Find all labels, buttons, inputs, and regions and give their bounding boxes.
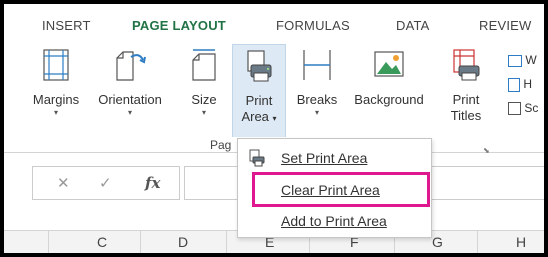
height-icon — [508, 77, 520, 92]
margins-icon — [39, 48, 73, 82]
excel-window: INSERT PAGE LAYOUT FORMULAS DATA REVIEW … — [4, 4, 544, 253]
height-control[interactable]: H — [508, 72, 544, 96]
chevron-down-icon: ▾ — [314, 108, 319, 117]
chevron-down-icon: ▾ — [53, 108, 58, 117]
size-label: Size — [191, 92, 217, 107]
fx-icon[interactable]: fx — [145, 174, 160, 192]
formula-buttons: ✕ ✓ fx — [32, 166, 180, 200]
column-header-g[interactable]: G — [432, 234, 443, 250]
tab-data[interactable]: DATA — [396, 18, 430, 33]
ribbon-page-layout: Margins ▾ Orientation ▾ Size ▾ Print Area… — [4, 42, 544, 155]
print-titles-label: Print Titles — [450, 92, 482, 123]
column-header-d[interactable]: D — [178, 234, 188, 250]
size-icon — [187, 48, 221, 82]
ribbon-tabs: INSERT PAGE LAYOUT FORMULAS DATA REVIEW — [4, 4, 544, 42]
chevron-down-icon: ▾ — [201, 108, 206, 117]
menu-item-add-to-print-area[interactable]: Add to Print Area — [238, 207, 431, 235]
background-label: Background — [354, 92, 424, 107]
breaks-button[interactable]: Breaks ▾ — [292, 44, 342, 136]
scale-control[interactable]: Sc — [508, 96, 544, 120]
enter-icon[interactable]: ✓ — [99, 174, 112, 192]
scale-to-fit-group: W H Sc — [508, 48, 544, 120]
menu-item-set-print-area[interactable]: Set Print Area — [238, 144, 431, 172]
width-icon — [508, 54, 522, 67]
print-titles-button[interactable]: Print Titles — [442, 44, 490, 136]
width-control[interactable]: W — [508, 48, 544, 72]
set-print-area-icon — [248, 149, 266, 167]
print-area-label: Print Area ▾ — [241, 93, 277, 124]
orientation-icon — [113, 48, 147, 82]
breaks-label: Breaks — [296, 92, 338, 107]
background-icon — [372, 48, 406, 82]
orientation-button[interactable]: Orientation ▾ — [86, 44, 174, 136]
tab-insert[interactable]: INSERT — [42, 18, 91, 33]
breaks-icon — [300, 48, 334, 82]
margins-button[interactable]: Margins ▾ — [28, 44, 84, 136]
size-button[interactable]: Size ▾ — [182, 44, 226, 136]
column-header-h[interactable]: H — [516, 234, 526, 250]
column-header-c[interactable]: C — [97, 234, 107, 250]
print-area-button[interactable]: Print Area ▾ — [232, 44, 286, 137]
background-button[interactable]: Background — [344, 44, 434, 136]
print-area-icon — [242, 49, 276, 83]
group-label-page-setup: Pag — [210, 138, 232, 152]
highlight-box — [252, 172, 430, 207]
tab-review[interactable]: REVIEW — [479, 18, 531, 33]
scale-icon — [508, 102, 521, 116]
chevron-down-icon: ▾ — [127, 108, 132, 117]
cancel-icon[interactable]: ✕ — [57, 174, 70, 192]
tab-formulas[interactable]: FORMULAS — [276, 18, 350, 33]
tab-page-layout[interactable]: PAGE LAYOUT — [132, 18, 226, 33]
print-titles-icon — [449, 48, 483, 82]
margins-label: Margins — [32, 92, 80, 107]
orientation-label: Orientation — [98, 92, 162, 107]
